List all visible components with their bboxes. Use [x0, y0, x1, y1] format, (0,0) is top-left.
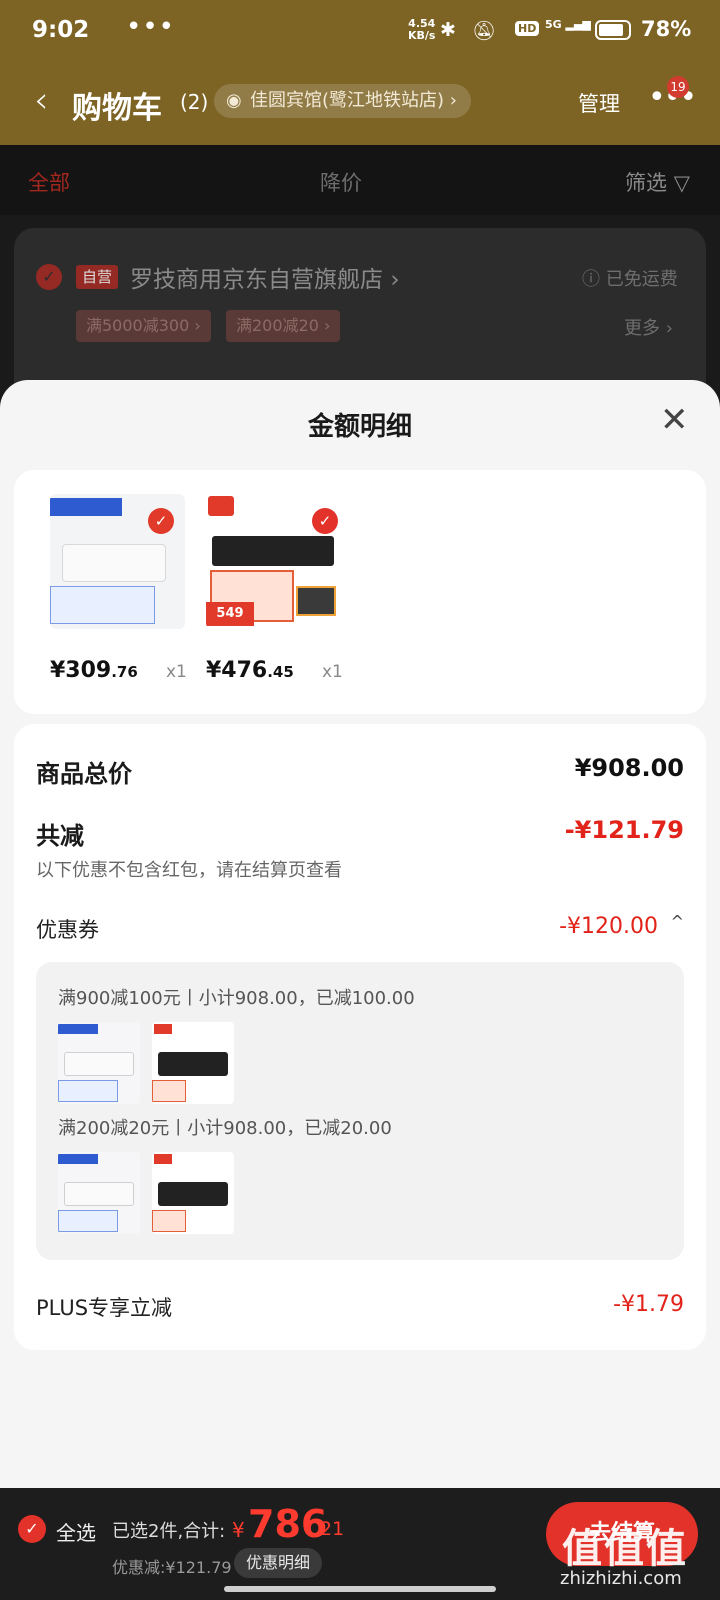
price-int: ¥309: [50, 658, 112, 683]
promo-tag-200[interactable]: 满200减20 ›: [226, 310, 341, 342]
net-speed-unit: KB/s: [408, 29, 436, 42]
watermark-url: zhizhizhi.com: [560, 1568, 682, 1589]
address-text: 佳圆宾馆(鹭江地铁站店): [250, 90, 445, 111]
coupon-value[interactable]: -¥120.00: [559, 914, 658, 939]
self-operated-tag: 自营: [76, 265, 119, 289]
message-badge: 19: [667, 76, 689, 98]
coupon-label: 优惠券: [36, 918, 99, 942]
battery-icon: [595, 20, 631, 40]
store-name[interactable]: 罗技商用京东自营旗舰店 ›: [130, 260, 400, 294]
selected-summary: 已选2件,合计:: [112, 1521, 226, 1542]
coupon-product-thumb: [152, 1152, 234, 1234]
coupon-line: 满200减20元丨小计908.00，已减20.00: [58, 1118, 392, 1139]
select-all-check-icon[interactable]: ✓: [18, 1515, 46, 1543]
total-decimal: .21: [314, 1518, 345, 1540]
back-icon[interactable]: ‹: [34, 80, 48, 121]
filter-icon: ▽: [673, 171, 690, 195]
total-value: ¥908.00: [574, 754, 684, 782]
status-dots: •••: [126, 12, 176, 42]
store-name-text: 罗技商用京东自营旗舰店: [130, 267, 383, 293]
watermark-logo: 值值值: [562, 1526, 688, 1572]
select-all-label[interactable]: 全选: [56, 1517, 96, 1546]
amount-detail-sheet: 金额明细 ✕ ✓ ¥309.76 x1 549 ✓ ¥476.45 x1 商品总…: [0, 380, 720, 1488]
coupon-product-thumb: [152, 1022, 234, 1104]
mute-icon: 🔕︎: [472, 20, 497, 42]
check-icon: ✓: [312, 508, 338, 534]
coupon-product-thumb: [58, 1022, 140, 1104]
discount-label: 共减: [36, 822, 84, 850]
plus-discount-value: -¥1.79: [613, 1292, 684, 1317]
product-price: ¥476.45: [206, 658, 294, 683]
product-qty: x1: [166, 662, 187, 682]
close-icon[interactable]: ✕: [660, 400, 689, 440]
price-dec: .76: [111, 663, 138, 681]
status-bar: 9:02 ••• 4.54 KB/s ✱ 🔕︎ HD 5G ▂▄▆ 78%: [0, 0, 720, 62]
plus-discount-label: PLUS专享立减: [36, 1296, 173, 1320]
brand-label: [208, 496, 234, 516]
product-list-card: ✓ ¥309.76 x1 549 ✓ ¥476.45 x1: [14, 470, 706, 714]
promo-tag-5000[interactable]: 满5000减300 ›: [76, 310, 211, 342]
bluetooth-icon: ✱: [440, 19, 456, 41]
chevron-right-icon: ›: [449, 90, 457, 111]
coupon-product-thumb: [58, 1152, 140, 1234]
sheet-title: 金额明细: [307, 412, 412, 442]
filter-tabs: 全部 降价 筛选 ▽: [0, 145, 720, 215]
chevron-right-icon: ›: [390, 267, 400, 293]
status-time: 9:02: [32, 17, 90, 43]
enterprise-label: [50, 586, 155, 624]
hd-badge: HD: [515, 21, 540, 36]
signal-label: 5G: [545, 18, 562, 31]
home-indicator[interactable]: [224, 1586, 496, 1592]
battery-percent: 78%: [641, 17, 692, 41]
keyboard-image: [212, 536, 334, 566]
product-price: ¥309.76: [50, 658, 138, 683]
net-speed: 4.54 KB/s: [408, 18, 435, 42]
product-image-black-keyboard: 549 ✓: [206, 494, 341, 629]
price-int: ¥476: [206, 658, 268, 683]
check-icon: ✓: [148, 508, 174, 534]
signal-icon: 5G ▂▄▆: [545, 18, 591, 31]
address-selector[interactable]: ◉ 佳圆宾馆(鹭江地铁站店) ›: [214, 84, 471, 118]
filter-label: 筛选: [625, 171, 667, 195]
more-promos-link[interactable]: 更多 ›: [624, 314, 673, 340]
discount-summary: 优惠减:¥121.79: [112, 1558, 232, 1577]
price-dec: .45: [267, 663, 294, 681]
tab-price-drop[interactable]: 降价: [320, 167, 362, 197]
brand-label: [50, 498, 122, 516]
manage-button[interactable]: 管理: [578, 88, 620, 118]
store-check-icon[interactable]: ✓: [36, 264, 62, 290]
panel-image: [296, 586, 336, 616]
price-tag: 549: [206, 602, 254, 626]
nav-bar: ‹ 购物车 (2) ◉ 佳圆宾馆(鹭江地铁站店) › 管理 ••• 19: [0, 72, 720, 132]
product-item[interactable]: 549 ✓ ¥476.45 x1: [206, 494, 343, 683]
chevron-up-icon[interactable]: ^: [671, 912, 684, 931]
page-title: 购物车: [72, 91, 162, 126]
product-image-white-keyboard: ✓: [50, 494, 185, 629]
location-icon: ◉: [226, 90, 242, 111]
total-label: 商品总价: [36, 760, 132, 788]
cart-count: (2): [180, 90, 209, 114]
top-bar: 9:02 ••• 4.54 KB/s ✱ 🔕︎ HD 5G ▂▄▆ 78% ‹ …: [0, 0, 720, 145]
price-summary-card: 商品总价 ¥908.00 共减 -¥121.79 以下优惠不包含红包，请在结算页…: [14, 724, 706, 1350]
keyboard-image: [62, 544, 166, 582]
coupon-line: 满900减100元丨小计908.00，已减100.00: [58, 988, 415, 1009]
product-qty: x1: [322, 662, 343, 682]
discount-note: 以下优惠不包含红包，请在结算页查看: [36, 860, 342, 881]
product-item[interactable]: ✓ ¥309.76 x1: [50, 494, 187, 683]
total-currency: ¥: [232, 1518, 245, 1542]
discount-detail-button[interactable]: 优惠明细: [234, 1548, 323, 1578]
tab-all[interactable]: 全部: [28, 167, 70, 197]
discount-value: -¥121.79: [564, 816, 684, 844]
shipping-status: ⓘ 已免运费: [582, 269, 678, 290]
filter-button[interactable]: 筛选 ▽: [625, 167, 690, 197]
coupon-detail-box: 满900减100元丨小计908.00，已减100.00 满200减20元丨小计9…: [36, 962, 684, 1260]
